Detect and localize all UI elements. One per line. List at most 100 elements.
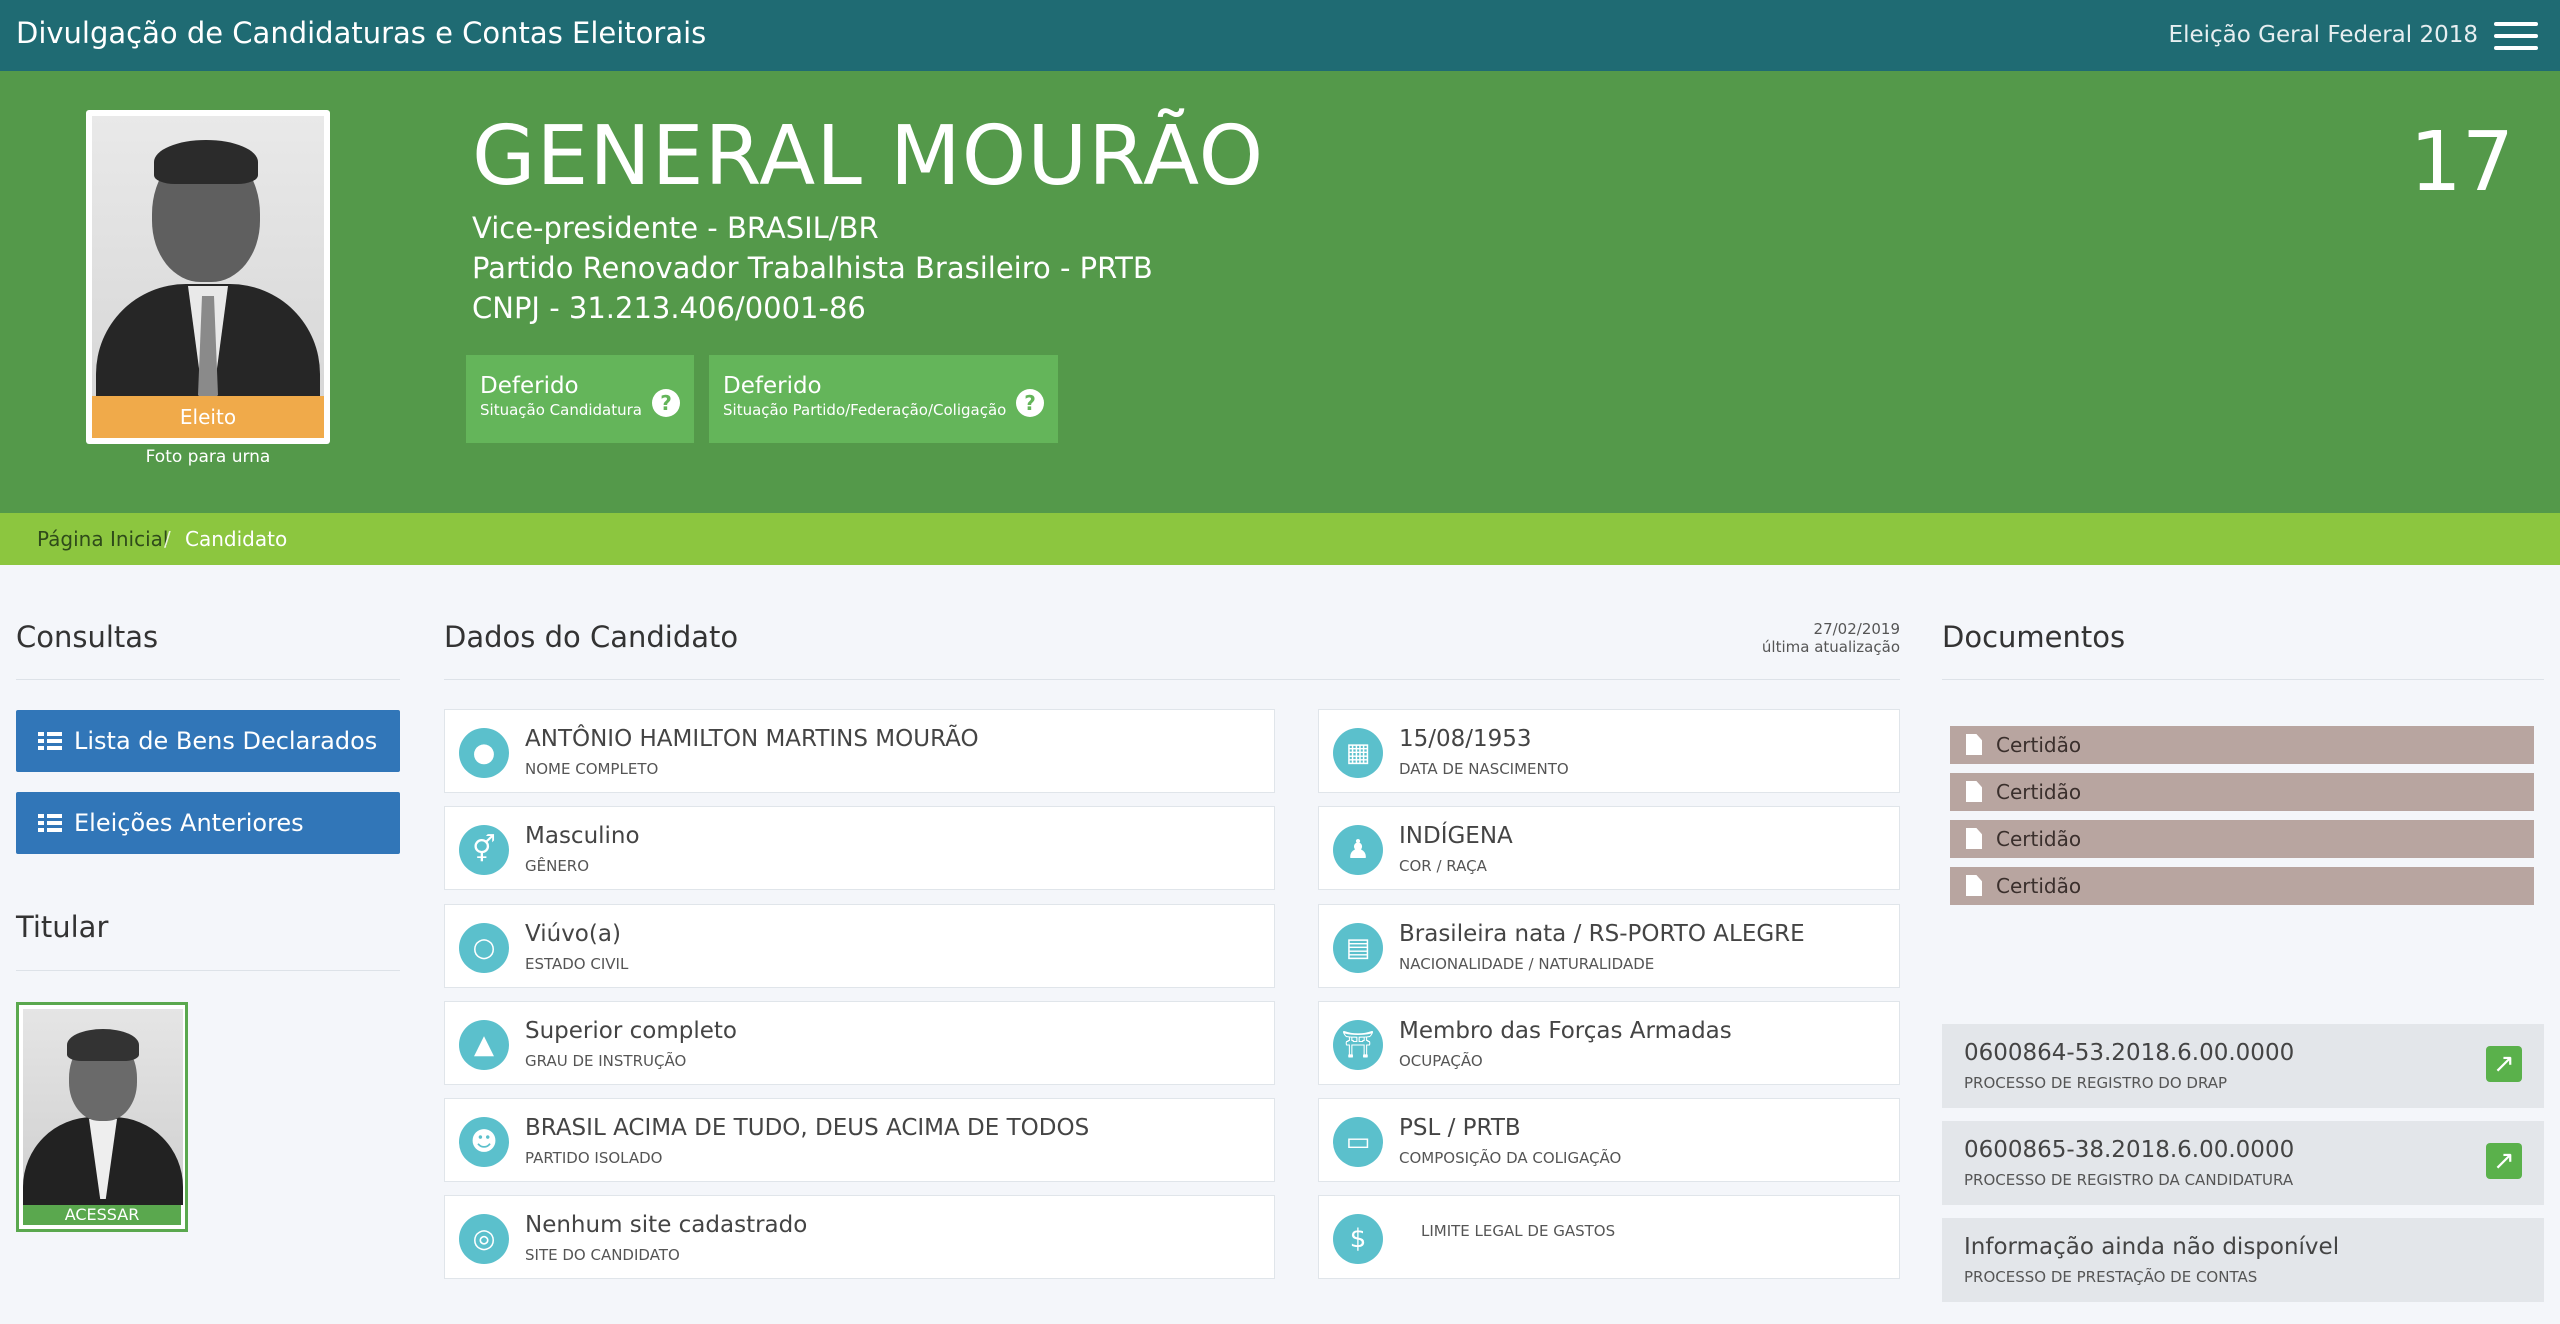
graduation-cap-icon: ▲ — [459, 1020, 509, 1070]
bens-declarados-button[interactable]: Lista de Bens Declarados — [16, 710, 400, 772]
data-value: Superior completo — [525, 1018, 737, 1044]
divider — [16, 679, 400, 680]
breadcrumb: Página Inicial / Candidato — [0, 513, 2560, 565]
data-label: DATA DE NASCIMENTO — [1399, 760, 1569, 778]
breadcrumb-home[interactable]: Página Inicial — [37, 527, 168, 551]
certidao-button[interactable]: Certidão — [1950, 867, 2534, 905]
updated-date: 27/02/2019 — [1813, 620, 1900, 638]
last-updated: 27/02/2019 última atualização — [1762, 620, 1900, 656]
file-icon — [1966, 734, 1982, 755]
external-link-icon[interactable]: ↗ — [2486, 1143, 2522, 1179]
data-label: OCUPAÇÃO — [1399, 1052, 1483, 1070]
file-icon — [1966, 781, 1982, 802]
certidao-label: Certidão — [1996, 733, 2082, 757]
status-partido: Deferido Situação Partido/Federação/Coli… — [709, 355, 1058, 443]
folder-open-icon: ▭ — [1333, 1117, 1383, 1167]
process-label: PROCESSO DE REGISTRO DA CANDIDATURA — [1964, 1171, 2294, 1189]
institution-icon: ⛩ — [1333, 1020, 1383, 1070]
updated-label: última atualização — [1761, 638, 1900, 656]
top-bar: Divulgação de Candidaturas e Contas Elei… — [0, 0, 2560, 71]
process-number: 0600865-38.2018.6.00.0000 — [1964, 1137, 2295, 1163]
data-value: BRASIL ACIMA DE TUDO, DEUS ACIMA DE TODO… — [525, 1115, 1090, 1141]
breadcrumb-current: Candidato — [185, 527, 288, 551]
eleicoes-anteriores-button[interactable]: Eleições Anteriores — [16, 792, 400, 854]
data-label: COMPOSIÇÃO DA COLIGAÇÃO — [1399, 1149, 1622, 1167]
data-label: ESTADO CIVIL — [525, 955, 629, 973]
candidate-cnpj: CNPJ - 31.213.406/0001-86 — [472, 291, 866, 325]
data-card-nascimento: ▦ 15/08/1953 DATA DE NASCIMENTO — [1318, 709, 1900, 793]
consultas-title: Consultas — [16, 620, 159, 654]
data-value: Brasileira nata / RS-PORTO ALEGRE — [1399, 921, 1805, 947]
data-value: Nenhum site cadastrado — [525, 1212, 808, 1238]
data-card-genero: ⚥ Masculino GÊNERO — [444, 806, 1275, 890]
data-card-coligacao: ▭ PSL / PRTB COMPOSIÇÃO DA COLIGAÇÃO — [1318, 1098, 1900, 1182]
titular-card[interactable]: ACESSAR — [16, 1002, 188, 1232]
data-card-ocupacao: ⛩ Membro das Forças Armadas OCUPAÇÃO — [1318, 1001, 1900, 1085]
process-label: PROCESSO DE PRESTAÇÃO DE CONTAS — [1964, 1268, 2258, 1286]
titular-title: Titular — [16, 910, 109, 944]
button-label: Lista de Bens Declarados — [74, 727, 378, 755]
status-value: Deferido — [723, 373, 822, 399]
divider — [1942, 679, 2544, 680]
candidate-photo-card: Eleito — [86, 110, 330, 444]
divider — [444, 679, 1900, 680]
candidate-hero: Eleito Foto para urna GENERAL MOURÃO Vic… — [0, 71, 2560, 513]
data-value: PSL / PRTB — [1399, 1115, 1521, 1141]
certidao-button[interactable]: Certidão — [1950, 726, 2534, 764]
candidate-name: GENERAL MOURÃO — [472, 109, 1265, 204]
data-label: SITE DO CANDIDATO — [525, 1246, 680, 1264]
titular-photo — [23, 1009, 183, 1205]
dollar-icon: $ — [1333, 1214, 1383, 1264]
elected-badge: Eleito — [92, 396, 324, 438]
help-icon[interactable]: ? — [1016, 389, 1044, 417]
access-button[interactable]: ACESSAR — [23, 1205, 181, 1225]
data-card-estado-civil: ○ Viúvo(a) ESTADO CIVIL — [444, 904, 1275, 988]
certidao-button[interactable]: Certidão — [1950, 773, 2534, 811]
users-icon: ☻ — [459, 1117, 509, 1167]
status-label: Situação Candidatura — [480, 401, 642, 419]
external-link-icon[interactable]: ↗ — [2486, 1046, 2522, 1082]
data-label: NOME COMPLETO — [525, 760, 659, 778]
data-label: COR / RAÇA — [1399, 857, 1487, 875]
data-label: PARTIDO ISOLADO — [525, 1149, 663, 1167]
hamburger-menu-icon[interactable] — [2494, 22, 2538, 50]
candidate-photo — [92, 116, 324, 400]
data-label: GÊNERO — [525, 857, 590, 875]
data-label: NACIONALIDADE / NATURALIDADE — [1399, 955, 1655, 973]
data-card-nome: ● ANTÔNIO HAMILTON MARTINS MOURÃO NOME C… — [444, 709, 1275, 793]
map-icon: ▤ — [1333, 923, 1383, 973]
status-value: Deferido — [480, 373, 579, 399]
data-card-cor-raca: ♟ INDÍGENA COR / RAÇA — [1318, 806, 1900, 890]
user-icon: ● — [459, 728, 509, 778]
data-card-site: ◎ Nenhum site cadastrado SITE DO CANDIDA… — [444, 1195, 1275, 1279]
data-value: INDÍGENA — [1399, 823, 1513, 849]
certidao-button[interactable]: Certidão — [1950, 820, 2534, 858]
button-label: Eleições Anteriores — [74, 809, 304, 837]
divider — [16, 970, 400, 971]
certidao-label: Certidão — [1996, 827, 2082, 851]
list-icon — [38, 732, 62, 750]
globe-icon: ◎ — [459, 1214, 509, 1264]
status-candidatura: Deferido Situação Candidatura ? — [466, 355, 694, 443]
person-icon: ♟ — [1333, 825, 1383, 875]
candidate-party: Partido Renovador Trabalhista Brasileiro… — [472, 251, 1153, 285]
process-number: Informação ainda não disponível — [1964, 1234, 2340, 1260]
status-label: Situação Partido/Federação/Coligação — [723, 401, 1007, 419]
list-icon — [38, 814, 62, 832]
help-icon[interactable]: ? — [652, 389, 680, 417]
certidao-label: Certidão — [1996, 874, 2082, 898]
process-prestacao-contas: Informação ainda não disponível PROCESSO… — [1942, 1218, 2544, 1302]
app-title[interactable]: Divulgação de Candidaturas e Contas Elei… — [16, 16, 706, 50]
election-label: Eleição Geral Federal 2018 — [2168, 22, 2478, 48]
file-icon — [1966, 875, 1982, 896]
data-value: Membro das Forças Armadas — [1399, 1018, 1732, 1044]
process-drap: 0600864-53.2018.6.00.0000 PROCESSO DE RE… — [1942, 1024, 2544, 1108]
gender-icon: ⚥ — [459, 825, 509, 875]
candidate-office: Vice-presidente - BRASIL/BR — [472, 211, 879, 245]
circle-icon: ○ — [459, 923, 509, 973]
data-label: LIMITE LEGAL DE GASTOS — [1421, 1222, 1616, 1240]
data-value: Masculino — [525, 823, 640, 849]
data-card-partido: ☻ BRASIL ACIMA DE TUDO, DEUS ACIMA DE TO… — [444, 1098, 1275, 1182]
file-icon — [1966, 828, 1982, 849]
process-candidatura: 0600865-38.2018.6.00.0000 PROCESSO DE RE… — [1942, 1121, 2544, 1205]
